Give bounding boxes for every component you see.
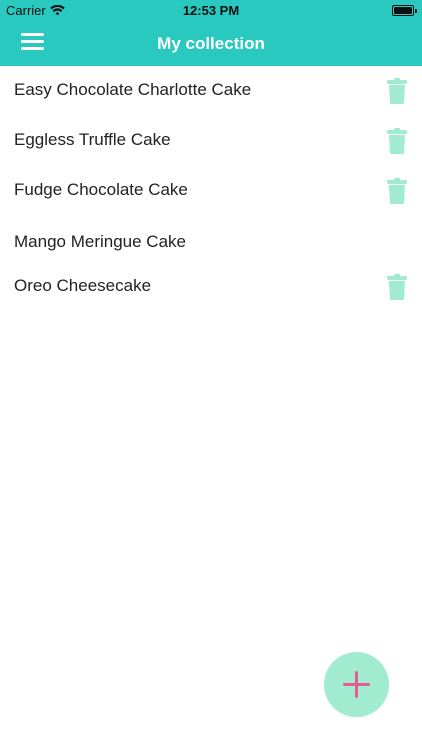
status-bar: Carrier 12:53 PM — [0, 0, 422, 22]
list-item[interactable]: Oreo Cheesecake — [0, 262, 422, 312]
trash-icon[interactable] — [387, 128, 407, 154]
page-title: My collection — [157, 34, 265, 53]
recipe-list: Easy Chocolate Charlotte Cake Eggless Tr… — [0, 66, 422, 312]
trash-icon[interactable] — [387, 178, 407, 204]
list-item[interactable]: Fudge Chocolate Cake — [0, 166, 422, 216]
battery-fill — [394, 7, 412, 14]
list-item[interactable]: Eggless Truffle Cake — [0, 116, 422, 166]
add-recipe-button[interactable] — [324, 652, 389, 717]
list-item[interactable]: Easy Chocolate Charlotte Cake — [0, 66, 422, 116]
trash-icon[interactable] — [387, 78, 407, 104]
plus-icon — [343, 671, 370, 698]
recipe-name: Eggless Truffle Cake — [14, 130, 171, 149]
status-time: 12:53 PM — [182, 3, 240, 18]
recipe-name: Oreo Cheesecake — [14, 276, 152, 295]
recipe-name: Mango Meringue Cake — [14, 232, 186, 251]
recipe-name: Fudge Chocolate Cake — [14, 180, 188, 199]
list-item[interactable]: Mango Meringue Cake — [0, 216, 422, 262]
nav-bar: My collection — [0, 22, 422, 66]
recipe-name: Easy Chocolate Charlotte Cake — [14, 80, 252, 99]
trash-icon[interactable] — [387, 274, 407, 300]
battery-icon — [392, 5, 417, 16]
